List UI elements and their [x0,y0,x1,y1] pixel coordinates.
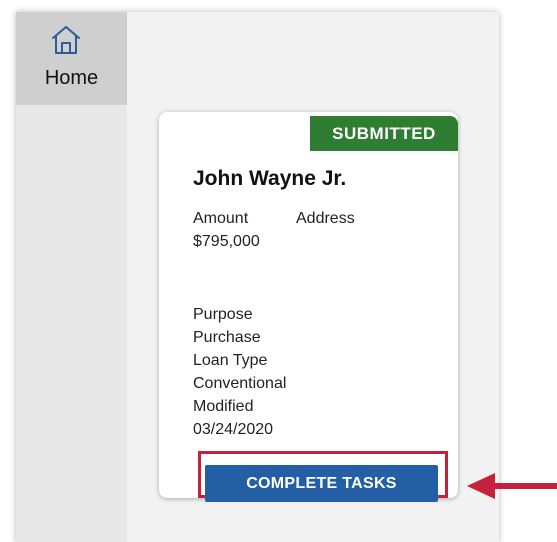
sidebar-item-home-label: Home [44,67,99,89]
purpose-value: Purchase [193,329,261,346]
home-icon [52,26,80,54]
app-window: Home SUBMITTED John Wayne Jr. Amount Add… [16,12,499,542]
address-label: Address [296,210,355,227]
loan-card: SUBMITTED John Wayne Jr. Amount Address … [159,112,458,502]
complete-tasks-button[interactable]: COMPLETE TASKS [205,465,438,502]
loan-type-label: Loan Type [193,352,268,369]
status-badge: SUBMITTED [310,116,458,151]
modified-label: Modified [193,398,254,415]
amount-value: $795,000 [193,233,260,250]
main-content: SUBMITTED John Wayne Jr. Amount Address … [127,12,499,542]
sidebar: Home [16,12,127,542]
sidebar-item-home[interactable]: Home [16,12,127,105]
modified-value: 03/24/2020 [193,421,274,438]
borrower-name: John Wayne Jr. [193,167,347,190]
arrow-left-icon [467,473,557,499]
purpose-label: Purpose [193,306,253,323]
loan-type-value: Conventional [193,375,287,392]
amount-label: Amount [193,210,249,227]
